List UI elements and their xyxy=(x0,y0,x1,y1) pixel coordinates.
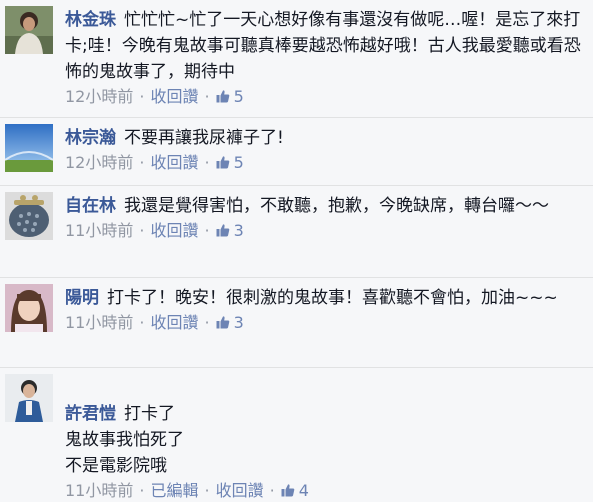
like-count: 3 xyxy=(233,221,244,240)
comment-item: 許君愷 打卡了 鬼故事我怕死了 不是電影院哦 11小時前 · 已編輯 · 收回讚 · 4 xyxy=(0,368,593,500)
comment-meta: 11小時前 · 收回讚 · 3 xyxy=(65,312,587,334)
comment-item: 自在林 我還是覺得害怕，不敢聽，抱歉，今晚缺席，轉台囉～～ 11小時前 · 收回讚 · 3 xyxy=(0,186,593,278)
author-name[interactable]: 陽明 xyxy=(65,288,99,308)
timestamp[interactable]: 11小時前 xyxy=(65,221,133,240)
comment-item: 林金珠 忙忙忙~忙了一天心想好像有事還沒有做呢…喔！是忘了來打卡;哇！今晚有鬼故事… xyxy=(0,0,593,118)
comment-list: 林金珠 忙忙忙~忙了一天心想好像有事還沒有做呢…喔！是忘了來打卡;哇！今晚有鬼故事… xyxy=(0,0,593,500)
edited-label[interactable]: 已編輯 xyxy=(150,481,198,500)
comment-text-block: 林金珠 忙忙忙~忙了一天心想好像有事還沒有做呢…喔！是忘了來打卡;哇！今晚有鬼故事… xyxy=(65,7,587,85)
like-count: 5 xyxy=(233,153,244,172)
separator: · xyxy=(204,153,210,172)
thumbs-up-icon xyxy=(216,224,229,237)
comment-item: 林宗瀚 不要再讓我尿褲子了! 12小時前 · 收回讚 · 5 xyxy=(0,118,593,186)
comment-text-block: 自在林 我還是覺得害怕，不敢聽，抱歉，今晚缺席，轉台囉～～ xyxy=(65,193,587,219)
separator: · xyxy=(139,221,145,240)
comment-text: 不要再讓我尿褲子了! xyxy=(124,128,284,148)
thumbs-up-icon xyxy=(216,156,229,169)
timestamp[interactable]: 12小時前 xyxy=(65,87,133,106)
separator: · xyxy=(204,481,210,500)
avatar[interactable] xyxy=(5,374,53,422)
like-count-group[interactable]: 4 xyxy=(281,481,309,500)
like-count-group[interactable]: 3 xyxy=(216,221,244,240)
unlike-link[interactable]: 收回讚 xyxy=(150,221,198,240)
timestamp[interactable]: 12小時前 xyxy=(65,153,133,172)
comment-meta: 12小時前 · 收回讚 · 5 xyxy=(65,86,587,108)
separator: · xyxy=(204,87,210,106)
avatar[interactable] xyxy=(5,6,53,54)
comment-text: 忙忙忙~忙了一天心想好像有事還沒有做呢…喔！是忘了來打卡;哇！今晚有鬼故事可聽真… xyxy=(65,10,581,82)
like-count: 5 xyxy=(233,87,244,106)
timestamp[interactable]: 11小時前 xyxy=(65,313,133,332)
separator: · xyxy=(269,481,275,500)
comment-text: 打卡了！晚安！很刺激的鬼故事！喜歡聽不會怕，加油~~~ xyxy=(107,288,558,308)
comment-body: 林宗瀚 不要再讓我尿褲子了! 12小時前 · 收回讚 · 5 xyxy=(65,125,587,174)
comment-text-block: 許君愷 打卡了 鬼故事我怕死了 不是電影院哦 xyxy=(65,375,587,479)
like-count-group[interactable]: 5 xyxy=(216,153,244,172)
comment-meta: 11小時前 · 已編輯 · 收回讚 · 4 xyxy=(65,480,587,502)
like-count-group[interactable]: 3 xyxy=(216,313,244,332)
comment-meta: 11小時前 · 收回讚 · 3 xyxy=(65,220,587,242)
separator: · xyxy=(139,481,145,500)
like-count: 3 xyxy=(233,313,244,332)
unlike-link[interactable]: 收回讚 xyxy=(150,313,198,332)
unlike-link[interactable]: 收回讚 xyxy=(150,153,198,172)
timestamp[interactable]: 11小時前 xyxy=(65,481,133,500)
like-count-group[interactable]: 5 xyxy=(216,87,244,106)
separator: · xyxy=(139,153,145,172)
thumbs-up-icon xyxy=(216,316,229,329)
separator: · xyxy=(204,313,210,332)
author-name[interactable]: 自在林 xyxy=(65,196,116,216)
thumbs-up-icon xyxy=(216,90,229,103)
author-name[interactable]: 林金珠 xyxy=(65,10,116,30)
comment-body: 林金珠 忙忙忙~忙了一天心想好像有事還沒有做呢…喔！是忘了來打卡;哇！今晚有鬼故事… xyxy=(65,7,587,108)
separator: · xyxy=(139,313,145,332)
comment-text-block: 陽明 打卡了！晚安！很刺激的鬼故事！喜歡聽不會怕，加油~~~ xyxy=(65,285,587,311)
comment-item: 陽明 打卡了！晚安！很刺激的鬼故事！喜歡聽不會怕，加油~~~ 11小時前 · 收回讚 ·… xyxy=(0,278,593,368)
avatar[interactable] xyxy=(5,284,53,332)
separator: · xyxy=(204,221,210,240)
comment-body: 陽明 打卡了！晚安！很刺激的鬼故事！喜歡聽不會怕，加油~~~ 11小時前 · 收回讚 ·… xyxy=(65,285,587,334)
avatar[interactable] xyxy=(5,124,53,172)
comment-body: 許君愷 打卡了 鬼故事我怕死了 不是電影院哦 11小時前 · 已編輯 · 收回讚 · 4 xyxy=(65,375,587,502)
comment-text: 我還是覺得害怕，不敢聽，抱歉，今晚缺席，轉台囉～～ xyxy=(124,196,549,216)
comment-body: 自在林 我還是覺得害怕，不敢聽，抱歉，今晚缺席，轉台囉～～ 11小時前 · 收回讚 · 3 xyxy=(65,193,587,242)
unlike-link[interactable]: 收回讚 xyxy=(150,87,198,106)
author-name[interactable]: 許君愷 xyxy=(65,404,116,424)
avatar[interactable] xyxy=(5,192,53,240)
comment-text-block: 林宗瀚 不要再讓我尿褲子了! xyxy=(65,125,587,151)
author-name[interactable]: 林宗瀚 xyxy=(65,128,116,148)
unlike-link[interactable]: 收回讚 xyxy=(216,481,264,500)
thumbs-up-icon xyxy=(281,484,294,497)
separator: · xyxy=(139,87,145,106)
comment-meta: 12小時前 · 收回讚 · 5 xyxy=(65,152,587,174)
like-count: 4 xyxy=(298,481,309,500)
